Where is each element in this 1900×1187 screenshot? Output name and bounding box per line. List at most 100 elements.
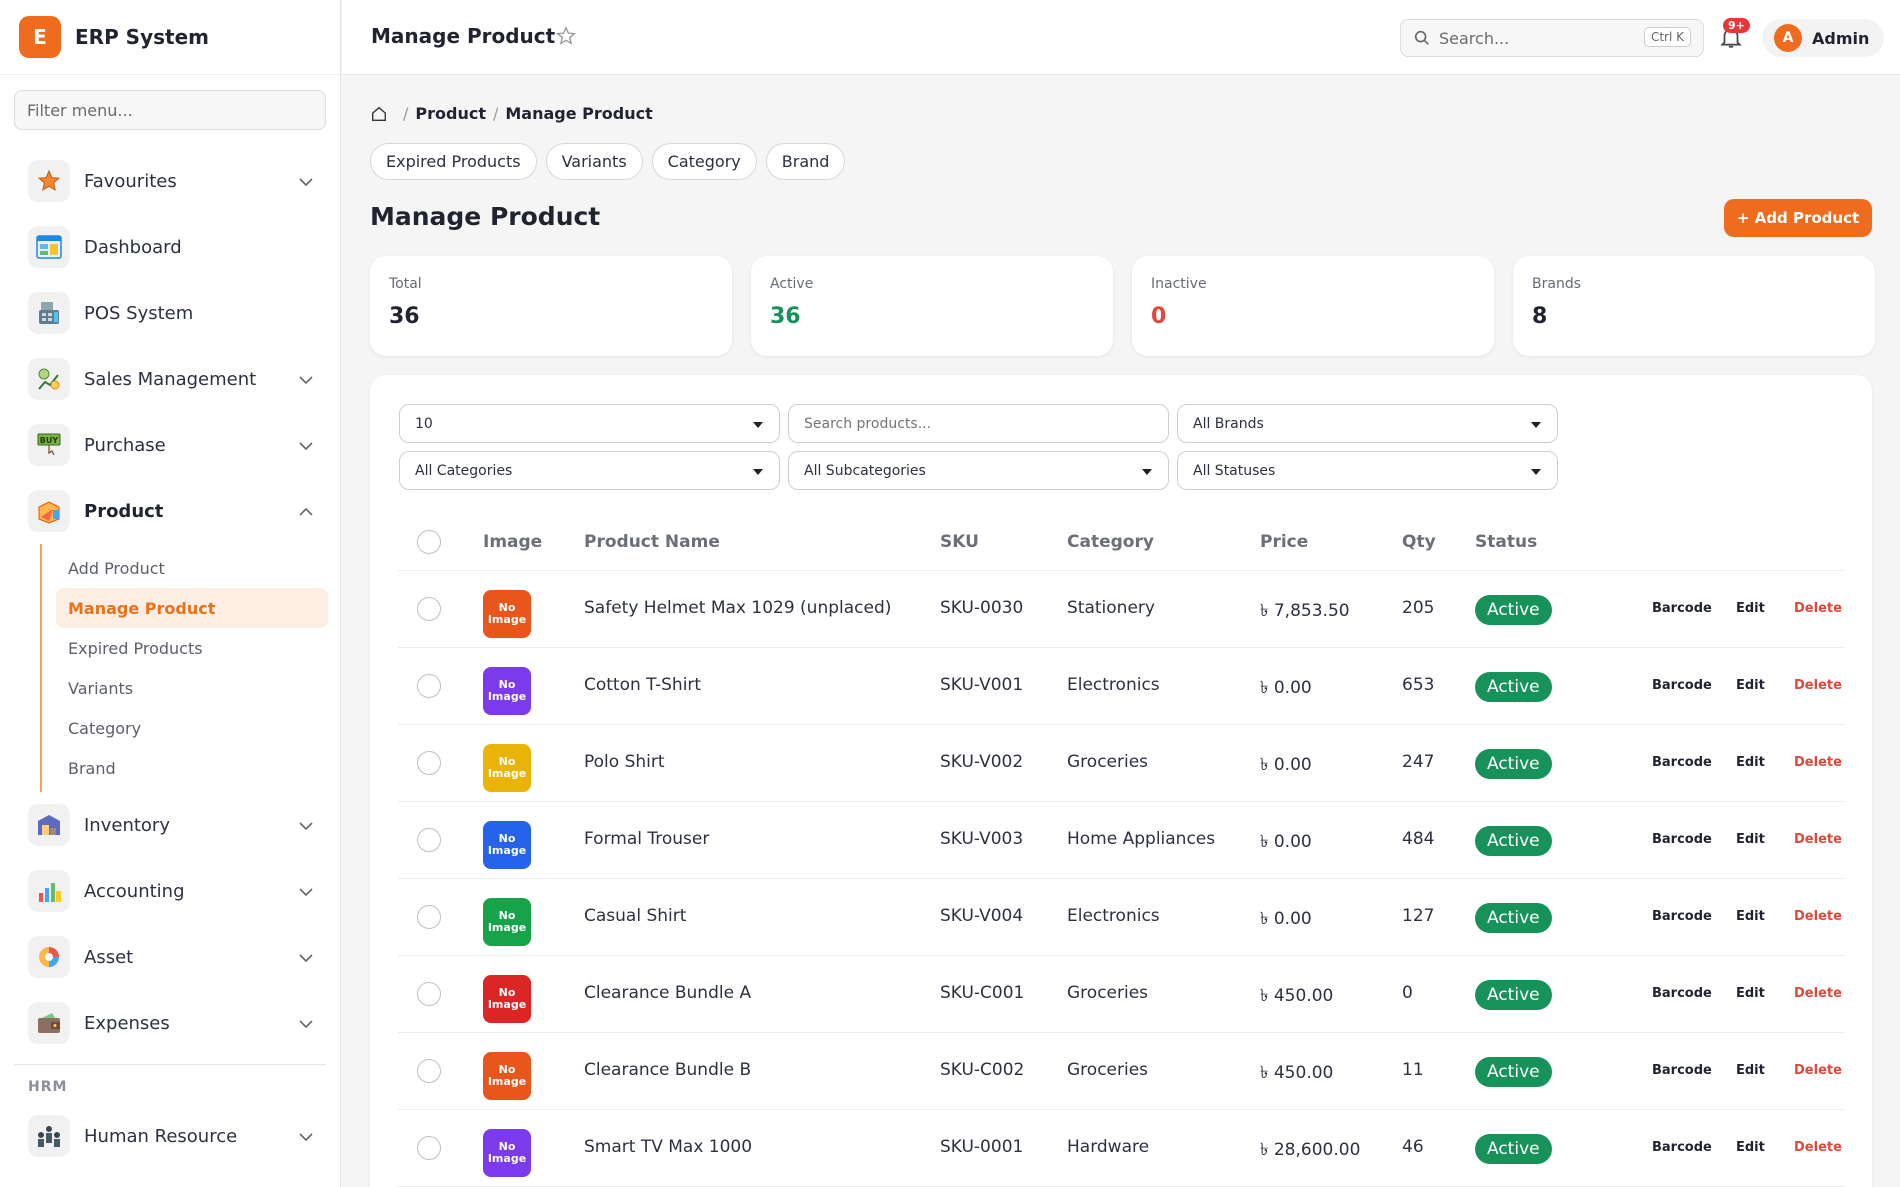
product-price: ৳ 0.00 [1260,678,1312,698]
sidebar-item-asset[interactable]: Asset [0,924,340,990]
barcode-button[interactable]: Barcode [1652,601,1712,616]
delete-button[interactable]: Delete [1794,986,1842,1001]
chevron-down-icon[interactable] [296,1014,316,1034]
submenu-item-brand[interactable]: Brand [42,748,340,788]
sidebar-item-dashboard[interactable]: Dashboard [0,214,340,280]
barcode-button[interactable]: Barcode [1652,678,1712,693]
quick-link-variants[interactable]: Variants [545,143,643,180]
column-header-sku[interactable]: SKU [940,532,979,552]
row-select-checkbox[interactable] [417,597,441,621]
row-select-checkbox[interactable] [417,982,441,1006]
sidebar-item-pos-system[interactable]: POS System [0,280,340,346]
column-header-product-name[interactable]: Product Name [584,532,720,552]
submenu-item-add-product[interactable]: Add Product [42,548,340,588]
edit-button[interactable]: Edit [1736,1140,1765,1155]
brand-select[interactable]: All Brands [1177,404,1558,443]
global-search[interactable]: Ctrl K [1400,19,1704,57]
product-price: ৳ 450.00 [1260,1063,1334,1083]
chevron-down-icon[interactable] [296,1127,316,1147]
column-header-status[interactable]: Status [1475,532,1537,552]
sidebar-item-purchase[interactable]: BUY Purchase [0,412,340,478]
sidebar-item-label: Accounting [84,880,185,902]
delete-button[interactable]: Delete [1794,1140,1842,1155]
sidebar-item-sales-management[interactable]: Sales Management [0,346,340,412]
page-size-select[interactable]: 10 [399,404,780,443]
barcode-button[interactable]: Barcode [1652,909,1712,924]
chevron-down-icon[interactable] [296,948,316,968]
row-select-checkbox[interactable] [417,1059,441,1083]
column-header-price[interactable]: Price [1260,532,1308,552]
submenu-item-variants[interactable]: Variants [42,668,340,708]
table-row: No Image Formal Trouser SKU-V003 Home Appli… [398,802,1844,879]
barcode-button[interactable]: Barcode [1652,986,1712,1001]
delete-button[interactable]: Delete [1794,909,1842,924]
row-select-checkbox[interactable] [417,674,441,698]
edit-button[interactable]: Edit [1736,909,1765,924]
sidebar-item-accounting[interactable]: Accounting [0,858,340,924]
sidebar-item-human-resource[interactable]: Human Resource [0,1103,340,1169]
edit-button[interactable]: Edit [1736,832,1765,847]
chevron-down-icon[interactable] [296,172,316,192]
star-outline-icon[interactable] [555,25,577,47]
row-select-checkbox[interactable] [417,905,441,929]
row-select-checkbox[interactable] [417,828,441,852]
sidebar-item-product[interactable]: Product [0,478,340,544]
status-badge: Active [1475,1057,1552,1087]
status-select[interactable]: All Statuses [1177,451,1558,490]
submenu-item-expired-products[interactable]: Expired Products [42,628,340,668]
barcode-button[interactable]: Barcode [1652,755,1712,770]
brand-logo[interactable]: E [19,16,61,58]
category-select[interactable]: All Categories [399,451,780,490]
chevron-down-icon[interactable] [296,370,316,390]
quick-link-expired-products[interactable]: Expired Products [370,143,537,180]
delete-button[interactable]: Delete [1794,755,1842,770]
barcode-button[interactable]: Barcode [1652,1063,1712,1078]
topbar-title: Manage Product [371,24,556,48]
sidebar-item-expenses[interactable]: Expenses [0,990,340,1056]
stats-row: Total 36 Active 36 Inactive 0 Brands 8 [370,256,1875,356]
delete-button[interactable]: Delete [1794,601,1842,616]
filter-menu-input[interactable] [14,90,326,130]
sidebar: E ERP System Favourites Dashboard POS Sy… [0,0,341,1187]
barcode-button[interactable]: Barcode [1652,1140,1712,1155]
home-icon[interactable] [370,105,388,123]
select-all-checkbox[interactable] [417,530,441,554]
row-select-checkbox[interactable] [417,1136,441,1160]
sidebar-item-inventory[interactable]: Inventory [0,792,340,858]
submenu-item-manage-product[interactable]: Manage Product [56,588,328,628]
edit-button[interactable]: Edit [1736,986,1765,1001]
edit-button[interactable]: Edit [1736,755,1765,770]
chevron-down-icon[interactable] [296,436,316,456]
product-qty: 0 [1402,983,1413,1003]
quick-link-category[interactable]: Category [651,143,757,180]
submenu-item-category[interactable]: Category [42,708,340,748]
product-name: Safety Helmet Max 1029 (unplaced) [584,598,892,618]
sidebar-item-favourites[interactable]: Favourites [0,148,340,214]
column-header-qty[interactable]: Qty [1402,532,1436,552]
subcategory-select[interactable]: All Subcategories [788,451,1169,490]
delete-button[interactable]: Delete [1794,832,1842,847]
stat-card-inactive: Inactive 0 [1132,256,1494,356]
sidebar-item-label: Expenses [84,1012,170,1034]
edit-button[interactable]: Edit [1736,678,1765,693]
row-select-checkbox[interactable] [417,751,441,775]
edit-button[interactable]: Edit [1736,601,1765,616]
user-menu[interactable]: A Admin [1762,19,1884,57]
product-price: ৳ 7,853.50 [1260,601,1350,621]
global-search-input[interactable] [1439,20,1639,56]
sidebar-item-label: Sales Management [84,368,257,390]
delete-button[interactable]: Delete [1794,678,1842,693]
barcode-button[interactable]: Barcode [1652,832,1712,847]
chevron-down-icon[interactable] [296,816,316,836]
edit-button[interactable]: Edit [1736,1063,1765,1078]
chevron-up-icon[interactable] [296,502,316,522]
sales-icon [28,358,70,400]
breadcrumb-product[interactable]: Product [415,104,486,123]
add-product-button[interactable]: + Add Product [1724,199,1872,237]
column-header-category[interactable]: Category [1067,532,1154,552]
quick-link-brand[interactable]: Brand [765,143,846,180]
chevron-down-icon[interactable] [296,882,316,902]
product-icon [28,490,70,532]
delete-button[interactable]: Delete [1794,1063,1842,1078]
product-search-input[interactable] [788,404,1169,443]
